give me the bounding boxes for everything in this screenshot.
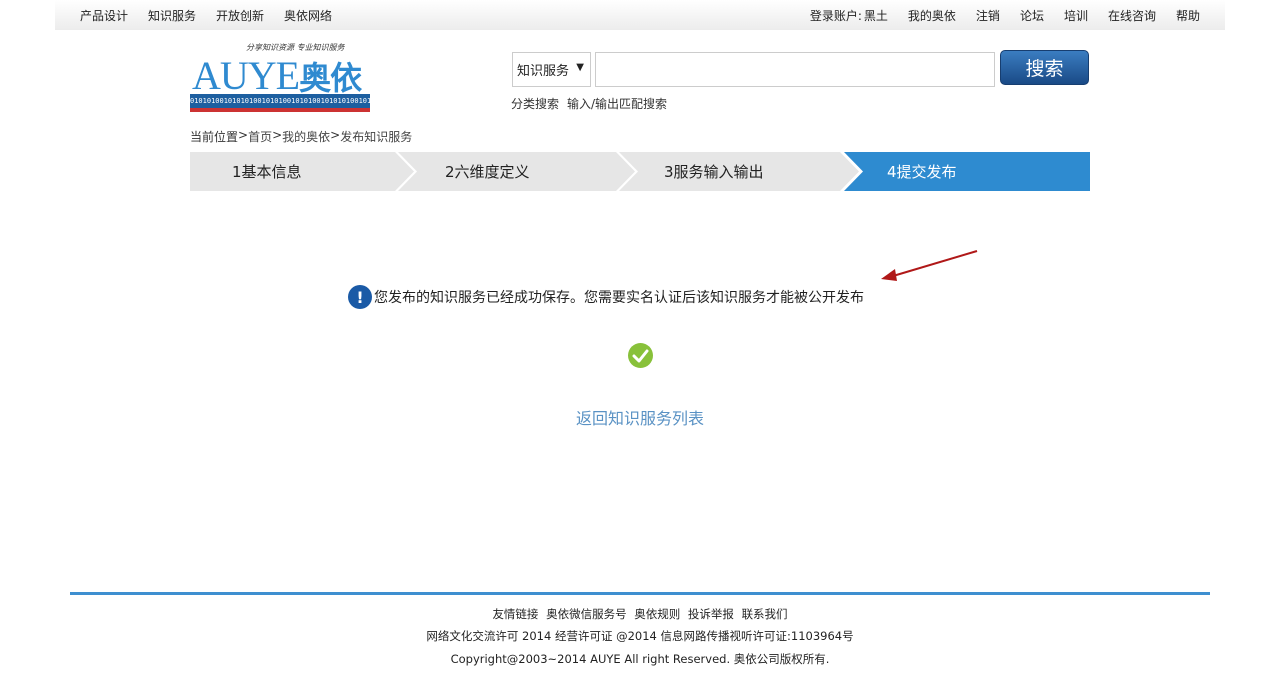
save-message: ! 您发布的知识服务已经成功保存。您需要实名认证后该知识服务才能被公开发布	[348, 285, 864, 309]
breadcrumb: 当前位置 > 首页 > 我的奥依 > 发布知识服务	[190, 128, 412, 145]
logo-slogan: 分享知识资源 专业知识服务	[246, 43, 345, 52]
breadcrumb-separator: >	[272, 128, 283, 142]
footer-license: 网络文化交流许可 2014 经营许可证 @2014 信息网路传播视听许可证:11…	[426, 629, 854, 643]
return-link-text[interactable]: 返回知识服务列表	[576, 409, 704, 428]
top-nav-bar: 产品设计 知识服务 开放创新 奥依网络 登录账户: 黑土 我的奥依 注销 论坛 …	[55, 0, 1225, 30]
check-circle-icon	[628, 343, 653, 368]
footer-link-complaint[interactable]: 投诉举报	[688, 607, 734, 621]
step-1-label: 1基本信息	[232, 163, 302, 181]
search-input[interactable]	[595, 52, 995, 87]
nav-my-auye[interactable]: 我的奥依	[908, 7, 956, 24]
nav-online-consult[interactable]: 在线咨询	[1108, 7, 1156, 24]
footer-link-contact[interactable]: 联系我们	[742, 607, 788, 621]
step-2-label: 2六维度定义	[445, 163, 530, 181]
nav-help[interactable]: 帮助	[1176, 7, 1200, 24]
nav-auye-network[interactable]: 奥依网络	[284, 7, 332, 24]
step-4-shape	[844, 152, 1090, 191]
nav-training[interactable]: 培训	[1064, 7, 1088, 24]
site-logo[interactable]: 分享知识资源 专业知识服务 AUYE奥依 0101010010101010010…	[190, 40, 372, 116]
breadcrumb-separator: >	[330, 128, 341, 142]
logo-brand-en: AUYE	[192, 53, 300, 98]
search-category-value: 知识服务	[517, 64, 570, 79]
checkmark-icon	[632, 349, 649, 363]
logo-binary-strip: 0101010010101010010101001010100101010100…	[190, 94, 370, 108]
footer-links: 友情链接 奥依微信服务号 奥依规则 投诉举报 联系我们	[0, 606, 1280, 622]
search-button[interactable]: 搜索	[1000, 50, 1089, 85]
search-category-select[interactable]: 知识服务 ▼	[512, 52, 591, 87]
step-4-label: 4提交发布	[887, 163, 957, 181]
top-nav-left: 产品设计 知识服务 开放创新 奥依网络	[80, 7, 352, 24]
footer-link-rules[interactable]: 奥依规则	[634, 607, 680, 621]
logo-brand-cn: 奥依	[299, 59, 362, 97]
search-links: 分类搜索 输入/输出匹配搜索	[511, 95, 675, 112]
breadcrumb-prefix: 当前位置	[190, 130, 239, 144]
step-3-label: 3服务输入输出	[664, 163, 764, 181]
io-match-search-link[interactable]: 输入/输出匹配搜索	[567, 95, 667, 112]
step-1-shape	[190, 152, 414, 191]
account-label: 登录账户:	[809, 9, 862, 23]
nav-forum[interactable]: 论坛	[1020, 7, 1044, 24]
footer-link-wechat[interactable]: 奥依微信服务号	[546, 607, 627, 621]
chevron-down-icon: ▼	[576, 62, 584, 73]
return-to-list-link[interactable]: 返回知识服务列表	[0, 405, 1280, 429]
breadcrumb-current: 发布知识服务	[340, 130, 413, 144]
breadcrumb-separator: >	[238, 128, 249, 142]
footer-divider	[70, 592, 1210, 595]
nav-knowledge-service[interactable]: 知识服务	[148, 7, 196, 24]
save-message-text: 您发布的知识服务已经成功保存。您需要实名认证后该知识服务才能被公开发布	[374, 290, 864, 306]
nav-logout[interactable]: 注销	[976, 7, 1000, 24]
info-icon: !	[348, 285, 372, 309]
nav-open-innovation[interactable]: 开放创新	[216, 7, 264, 24]
logo-underline	[190, 108, 370, 112]
category-search-link[interactable]: 分类搜索	[511, 95, 559, 112]
top-nav-right: 登录账户: 黑土 我的奥依 注销 论坛 培训 在线咨询 帮助	[810, 7, 1200, 24]
nav-product-design[interactable]: 产品设计	[80, 7, 128, 24]
annotation-arrow	[881, 250, 978, 281]
account-name[interactable]: 黑土	[864, 7, 888, 24]
progress-steps: 1基本信息 2六维度定义 3服务输入输出 4提交发布	[190, 152, 1090, 191]
breadcrumb-home[interactable]: 首页	[248, 128, 272, 145]
breadcrumb-my-auye[interactable]: 我的奥依	[282, 128, 330, 145]
footer-copyright: Copyright@2003~2014 AUYE All right Reser…	[450, 652, 830, 666]
footer-link-friends[interactable]: 友情链接	[492, 607, 538, 621]
